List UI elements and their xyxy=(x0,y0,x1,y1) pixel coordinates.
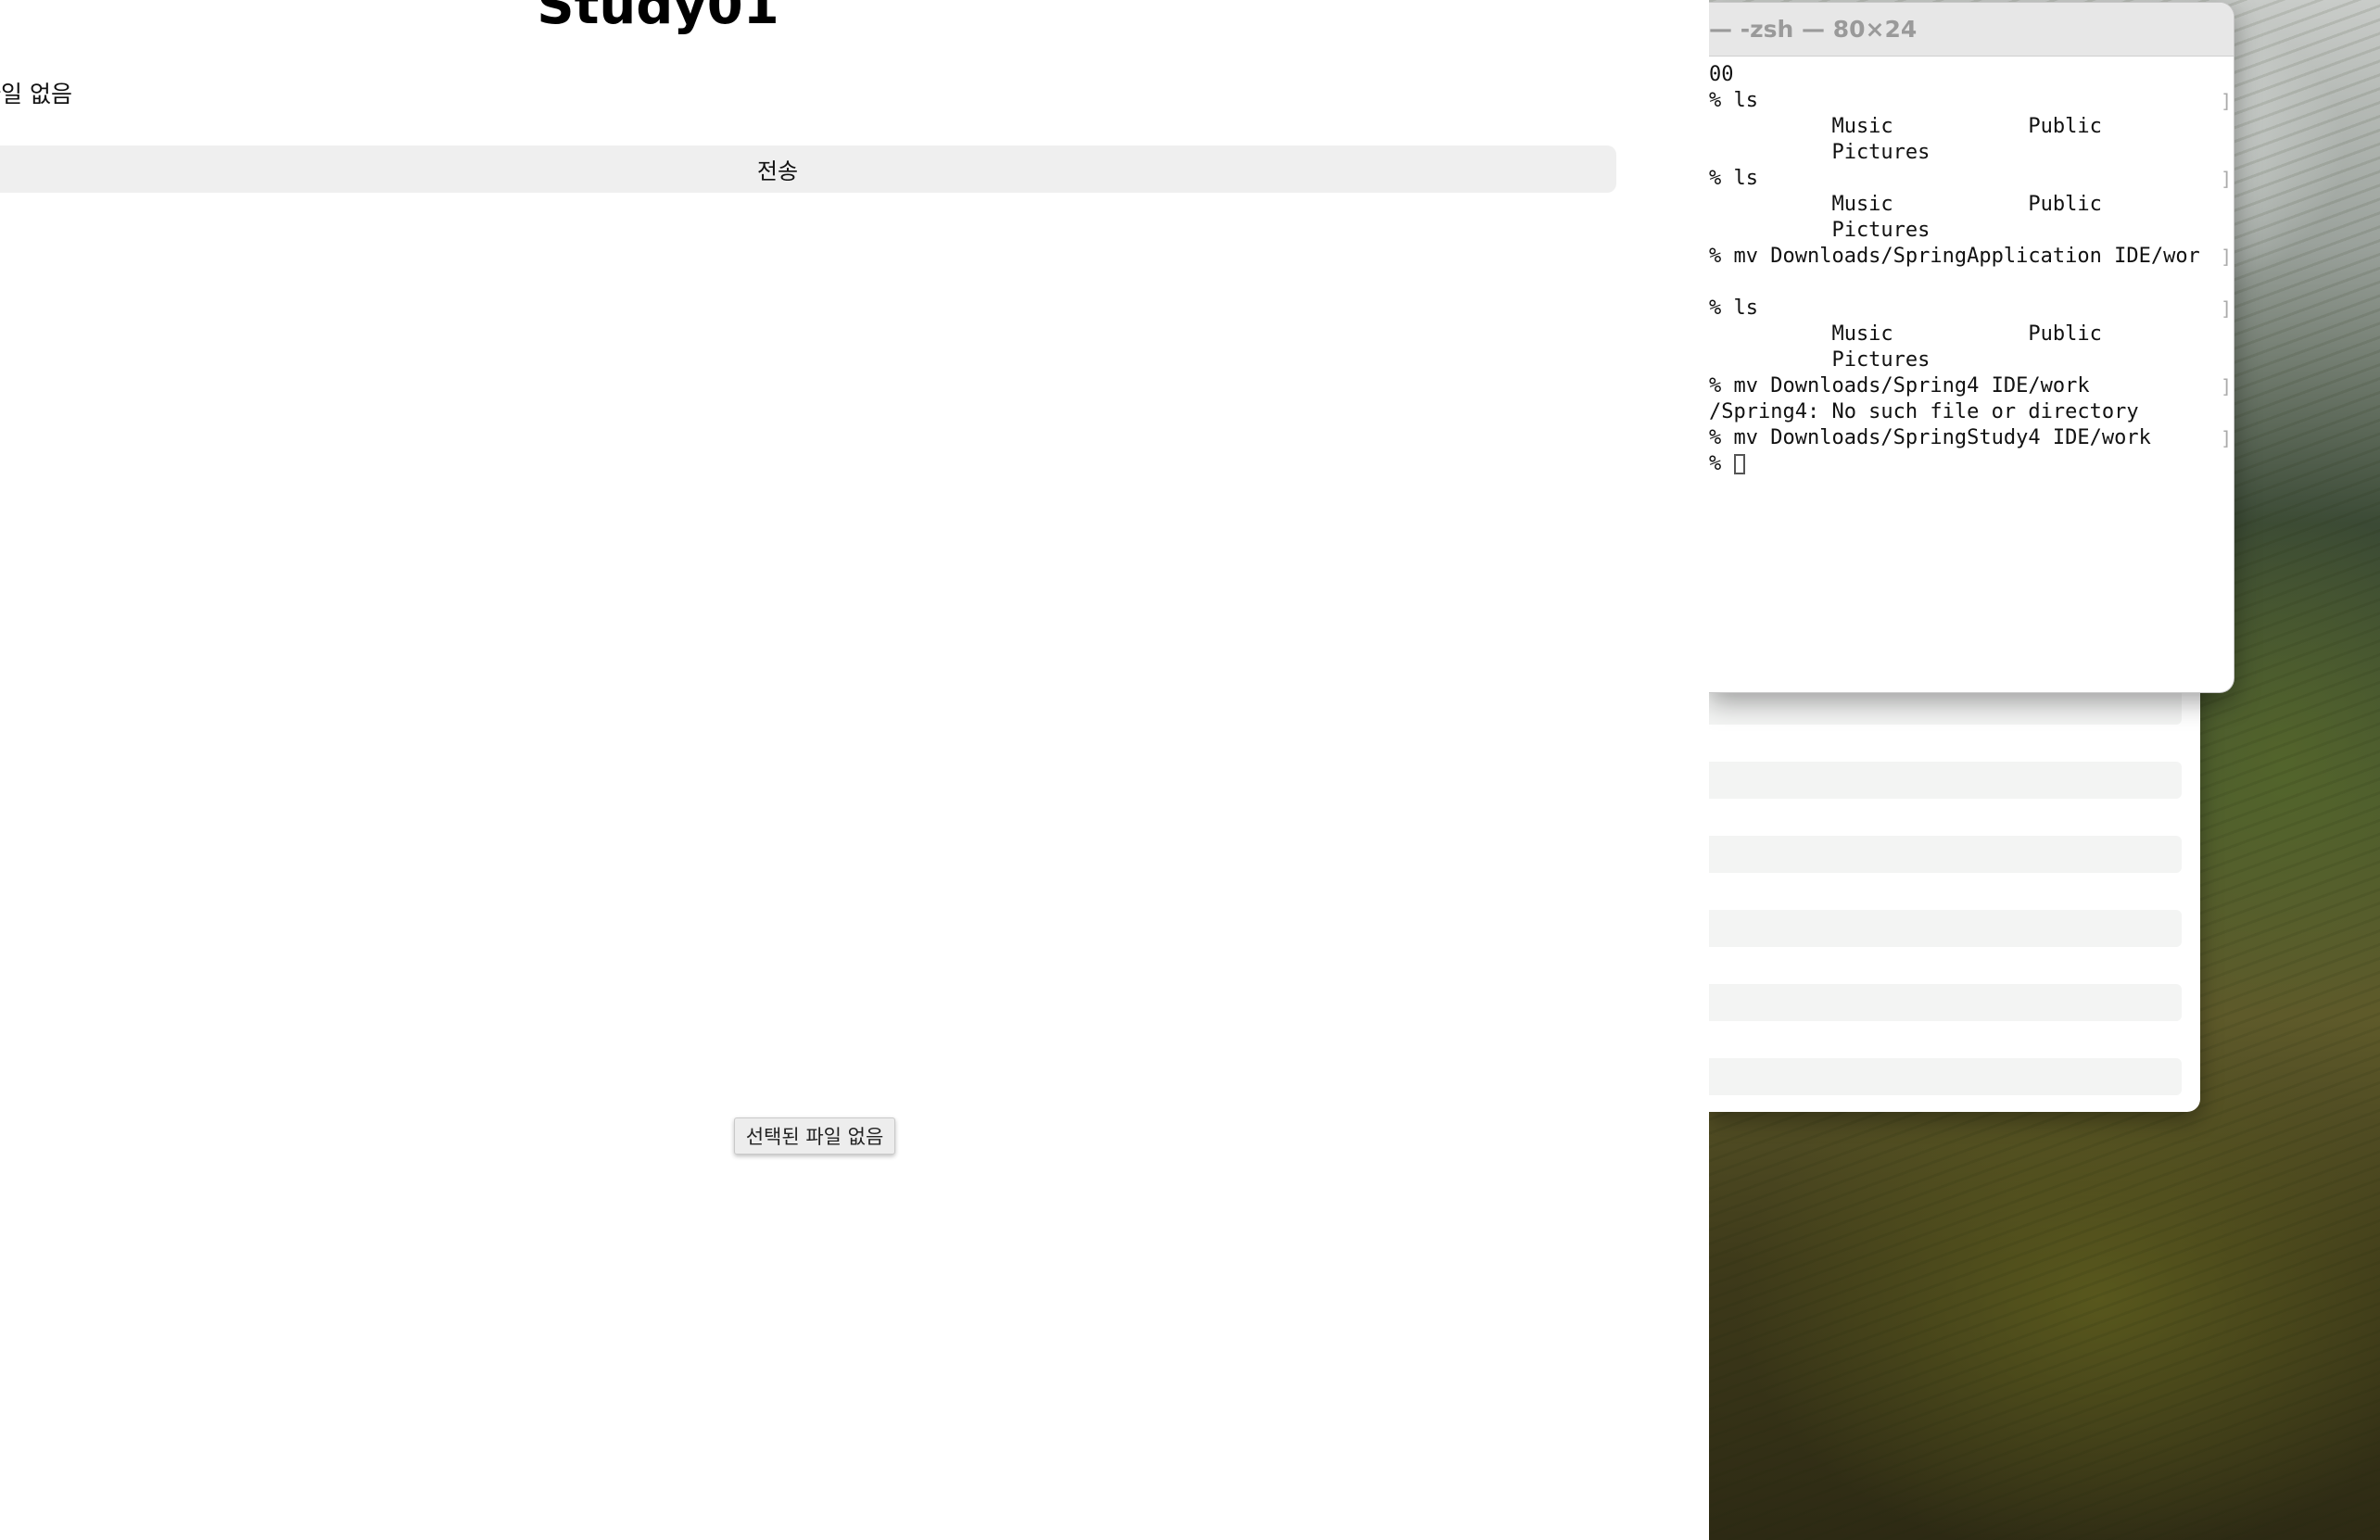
terminal-titlebar[interactable]: — -zsh — 80×24 xyxy=(1709,3,2234,57)
terminal-line: Pictures xyxy=(1709,219,1931,242)
submit-button-label: 전송 xyxy=(756,158,799,184)
page-title: Study01 xyxy=(537,0,779,36)
terminal-line: Music Public xyxy=(1709,115,2102,138)
terminal-line: Music Public xyxy=(1709,322,2102,346)
list-row[interactable] xyxy=(1709,984,2182,1021)
terminal-line: % ls] xyxy=(1709,167,2232,190)
desktop-wallpaper: — -zsh — 80×24 00 % ls] Music Public Pic… xyxy=(1709,0,2380,1540)
terminal-line: /Spring4: No such file or directory xyxy=(1709,400,2139,423)
list-row[interactable] xyxy=(1709,836,2182,873)
terminal-line: 00 xyxy=(1709,63,1734,86)
list-row[interactable] xyxy=(1709,1058,2182,1095)
list-row[interactable] xyxy=(1709,910,2182,947)
terminal-prompt-line[interactable]: % xyxy=(1709,451,2234,477)
terminal-line: % mv Downloads/Spring4 IDE/work] xyxy=(1709,374,2232,398)
terminal-line: % ls] xyxy=(1709,89,2232,112)
background-window[interactable] xyxy=(1709,649,2200,1112)
terminal-line: Pictures xyxy=(1709,141,1931,164)
file-input-tooltip: 선택된 파일 없음 xyxy=(734,1117,895,1155)
list-row[interactable] xyxy=(1709,762,2182,799)
terminal-output[interactable]: 00 % ls] Music Public Pictures % ls] Mus… xyxy=(1709,57,2234,477)
terminal-line: Pictures xyxy=(1709,348,1931,372)
cursor-icon xyxy=(1733,454,1745,474)
list-row[interactable] xyxy=(1709,688,2182,725)
terminal-window[interactable]: — -zsh — 80×24 00 % ls] Music Public Pic… xyxy=(1709,2,2234,693)
submit-button[interactable]: 전송 xyxy=(0,145,1616,193)
browser-content: Study01 파일 없음 전송 선택된 파일 없음 xyxy=(0,0,1709,1540)
terminal-line: % mv Downloads/SpringApplication IDE/wor… xyxy=(1709,245,2232,268)
file-input-status[interactable]: 파일 없음 xyxy=(0,76,72,109)
terminal-line: % mv Downloads/SpringStudy4 IDE/work] xyxy=(1709,426,2232,449)
terminal-line: Music Public xyxy=(1709,193,2102,216)
terminal-line: % ls] xyxy=(1709,297,2232,320)
